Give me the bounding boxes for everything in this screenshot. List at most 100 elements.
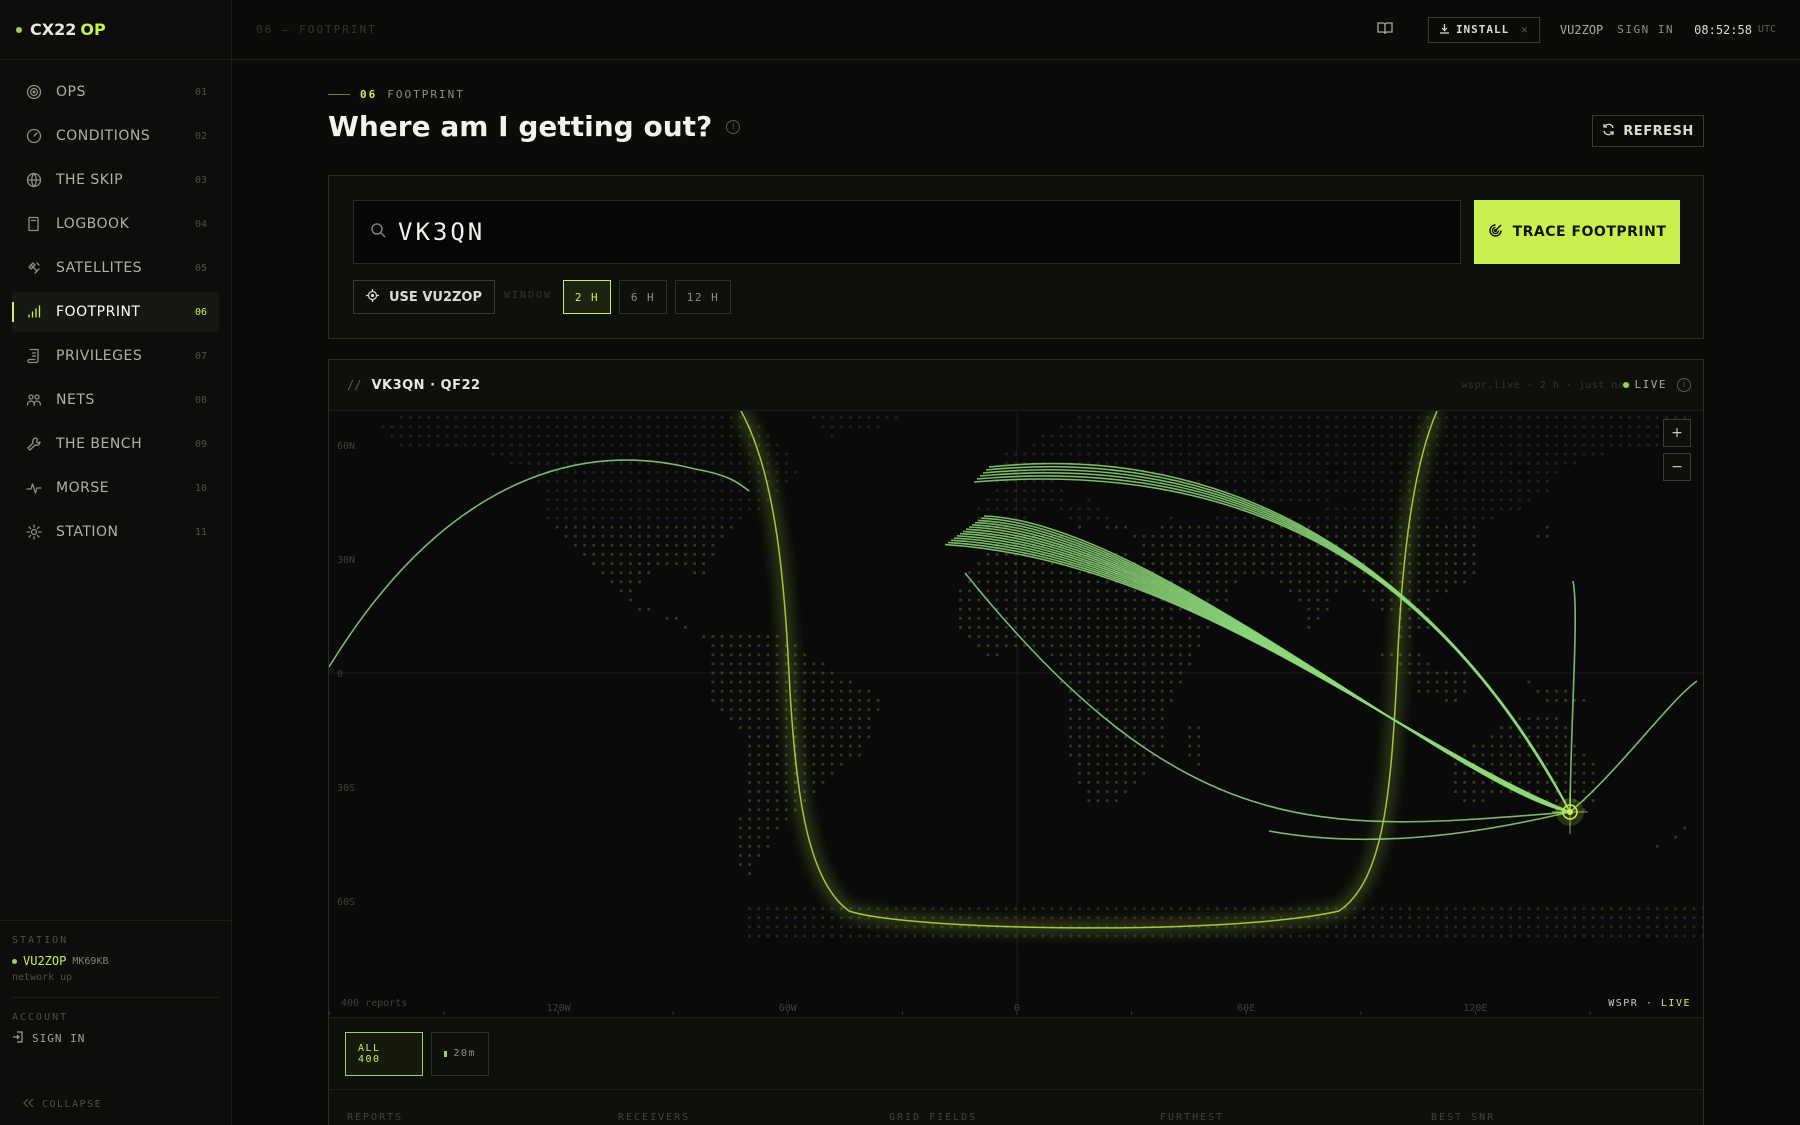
band-color-swatch: [444, 1050, 448, 1057]
install-button[interactable]: INSTALL ✕: [1427, 16, 1540, 43]
propagation-path: [944, 543, 1571, 813]
collapse-button[interactable]: COLLAPSE: [22, 1098, 102, 1111]
book-open-icon: [1377, 20, 1393, 39]
map-card-title: VK3QN · QF22: [371, 377, 481, 393]
sidebar-item-label: THE SKIP: [56, 172, 124, 188]
footprint-map-card: // VK3QN · QF22 wspr.live · 2 h · just n…: [328, 359, 1704, 1125]
stat-furthest-label: FURTHEST: [1160, 1112, 1225, 1123]
sidebar-item-number: 02: [194, 130, 207, 142]
station-status-dot: [12, 958, 17, 964]
timezone-label: UTC: [1757, 24, 1776, 35]
lat-label: 30N: [337, 555, 355, 566]
sign-in-label: SIGN IN: [32, 1032, 86, 1045]
map-info-icon[interactable]: i: [1677, 378, 1691, 392]
sidebar-sign-in[interactable]: SIGN IN: [12, 1031, 219, 1046]
station-grid: MK69KB: [72, 955, 109, 967]
refresh-label: REFRESH: [1623, 123, 1694, 139]
day-night-terminator: [734, 411, 1444, 935]
sidebar-item-number: 07: [194, 350, 207, 362]
sidebar-item-label: SATELLITES: [56, 260, 143, 276]
world-map-svg: 60N30N030S60S120W 60W 0 60E 120E: [329, 411, 1703, 1017]
trace-footprint-button[interactable]: TRACE FOOTPRINT: [1474, 200, 1680, 264]
transmitter-marker[interactable]: [1552, 790, 1588, 834]
sidebar-item-privileges[interactable]: PRIVILEGES 07: [12, 336, 219, 376]
propagation-path: [1569, 680, 1698, 813]
sidebar-item-morse[interactable]: MORSE 10: [12, 468, 219, 508]
stat-grid-fields-label: GRID FIELDS: [889, 1112, 978, 1123]
sidebar-item-satellites[interactable]: SATELLITES 05: [12, 248, 219, 288]
trace-label: TRACE FOOTPRINT: [1512, 224, 1667, 240]
page-title-text: Where am I getting out?: [328, 110, 713, 143]
sidebar-footer: STATION VU2ZOP MK69KB network up ACCOUNT…: [0, 920, 231, 1125]
propagation-path: [964, 572, 1571, 823]
info-icon[interactable]: i: [726, 119, 741, 134]
landmass-dots: [381, 416, 1703, 938]
filter-all-button[interactable]: ALL 400: [345, 1031, 423, 1076]
station-label: STATION: [12, 935, 69, 946]
lat-label: 0: [337, 669, 343, 680]
topbar-sign-in[interactable]: SIGN IN: [1617, 23, 1674, 36]
live-dot: [1622, 381, 1629, 388]
breadcrumb: 06 — FOOTPRINT: [256, 23, 377, 36]
install-label: INSTALL: [1455, 23, 1510, 36]
stats-row: REPORTS RECEIVERS GRID FIELDS FURTHEST B…: [329, 1089, 1703, 1125]
live-indicator: LIVE: [1622, 378, 1668, 391]
sidebar-item-station[interactable]: STATION 11: [12, 512, 219, 552]
sidebar-item-ops[interactable]: OPS 01: [12, 72, 219, 112]
sidebar-item-the-skip[interactable]: THE SKIP 03: [12, 160, 219, 200]
window-6h-button[interactable]: 6 H: [619, 280, 667, 314]
sidebar-item-logbook[interactable]: LOGBOOK 04: [12, 204, 219, 244]
lat-label: 30S: [337, 783, 355, 794]
status-dot: [16, 26, 22, 33]
header-prefix: //: [347, 378, 362, 392]
query-panel: TRACE FOOTPRINT USE VU2ZOP WINDOW 2 H 6 …: [328, 175, 1704, 339]
propagation-path: [1569, 580, 1577, 813]
sidebar-item-label: OPS: [56, 84, 86, 100]
sign-in-icon: [12, 1031, 24, 1046]
band-label: 20m: [453, 1048, 476, 1059]
zoom-out-button[interactable]: −: [1663, 453, 1691, 481]
app: CX22 OP OPS 01 CONDITIONS 02 THE SKIP 03 LOGBO…: [0, 0, 1800, 1125]
sidebar-item-footprint[interactable]: FOOTPRINT 06: [12, 292, 219, 332]
filter-20m-button[interactable]: 20m: [431, 1031, 489, 1076]
sidebar-item-number: 05: [194, 262, 207, 274]
sidebar-item-conditions[interactable]: CONDITIONS 02: [12, 116, 219, 156]
utc-clock: 08:52:58: [1694, 22, 1752, 37]
terminator-line: [740, 411, 1438, 929]
window-12h-button[interactable]: 12 H: [675, 280, 731, 314]
close-icon[interactable]: ✕: [1521, 23, 1529, 36]
callsign-search[interactable]: [353, 200, 1461, 264]
station-info[interactable]: VU2ZOP MK69KB: [12, 954, 219, 968]
stat-receivers-label: RECEIVERS: [618, 1112, 691, 1123]
topbar: 06 — FOOTPRINT INSTALL ✕ VU2ZOP SIGN IN …: [232, 0, 1800, 60]
account-label: ACCOUNT: [12, 1012, 69, 1023]
zoom-in-button[interactable]: +: [1663, 419, 1691, 447]
eyebrow-number: 06: [360, 88, 378, 101]
sidebar-item-nets[interactable]: NETS 08: [12, 380, 219, 420]
network-status: network up: [12, 972, 73, 983]
reports-caption: 400 reports: [341, 998, 408, 1009]
gear-icon: [26, 524, 42, 540]
band-filters: ALL 400 20m: [329, 1017, 1703, 1089]
sidebar-item-label: LOGBOOK: [56, 216, 130, 232]
download-icon: [1439, 23, 1450, 37]
pulse-icon: [26, 480, 42, 496]
refresh-button[interactable]: REFRESH: [1592, 115, 1704, 147]
brand-logo[interactable]: CX22 OP: [0, 0, 231, 60]
propagation-path: [947, 541, 1571, 813]
target-icon: [1488, 223, 1503, 242]
docs-button[interactable]: [1376, 21, 1394, 39]
sidebar-nav: OPS 01 CONDITIONS 02 THE SKIP 03 LOGBOOK 04 SATE…: [0, 60, 231, 552]
use-my-station-button[interactable]: USE VU2ZOP: [353, 280, 495, 314]
sidebar-item-number: 04: [194, 218, 207, 230]
callsign-input[interactable]: [398, 218, 1398, 246]
footprint-map[interactable]: 60N 30N 0 30S 60S 120W 60W 0 60E 120E + − 400 rep…: [329, 411, 1703, 1017]
use-station-label: USE VU2ZOP: [389, 289, 482, 305]
window-2h-button[interactable]: 2 H: [563, 280, 611, 314]
sidebar: CX22 OP OPS 01 CONDITIONS 02 THE SKIP 03 LOGBO…: [0, 0, 232, 1125]
sidebar-item-the-bench[interactable]: THE BENCH 09: [12, 424, 219, 464]
radar-icon: [26, 84, 42, 100]
sidebar-item-label: FOOTPRINT: [56, 304, 141, 320]
sidebar-item-label: THE BENCH: [56, 436, 143, 452]
gauge-icon: [26, 128, 42, 144]
